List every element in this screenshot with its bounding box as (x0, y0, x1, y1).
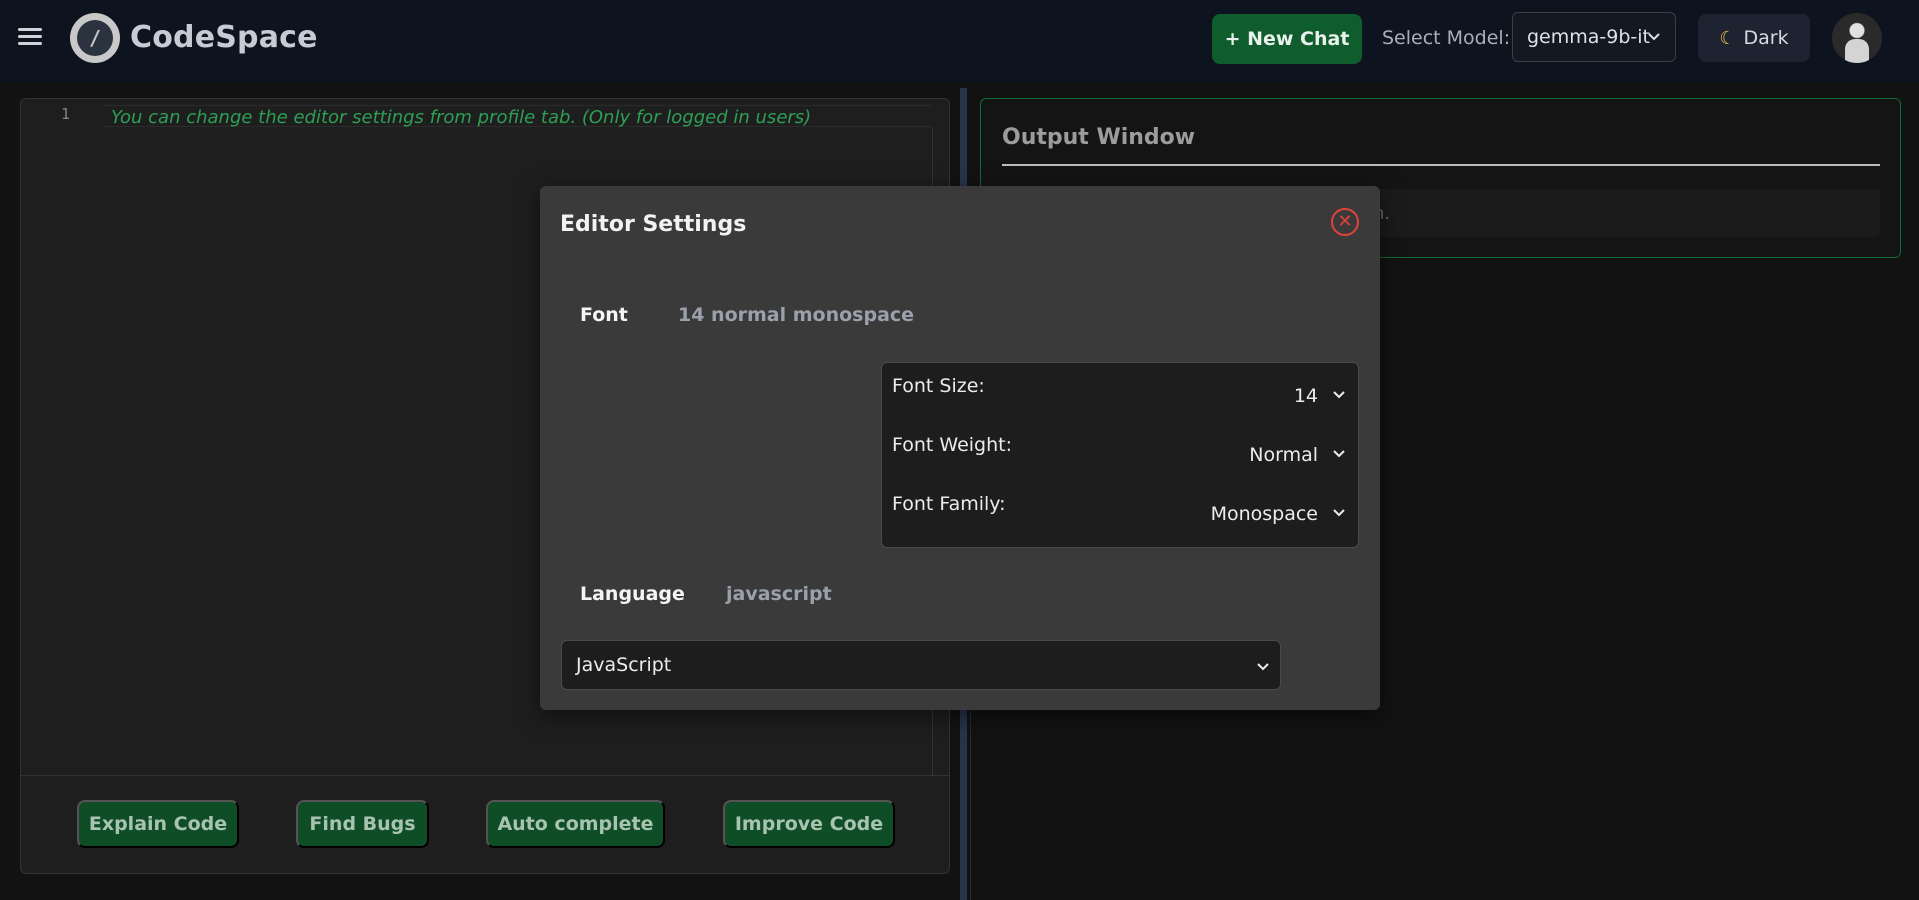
select-model-label: Select Model: (1382, 27, 1511, 49)
output-title: Output Window (1002, 125, 1196, 150)
app-header: / CodeSpace + New Chat Select Model: gem… (0, 0, 1919, 82)
moon-icon: ☾ (1719, 27, 1736, 49)
language-select[interactable]: JavaScript (561, 640, 1281, 690)
new-chat-button[interactable]: + New Chat (1212, 14, 1362, 64)
font-family-label: Font Family: (892, 493, 1006, 515)
output-divider (1002, 164, 1880, 166)
language-section-label[interactable]: Language (580, 583, 685, 605)
font-section-label[interactable]: Font (580, 304, 628, 326)
chevron-down-icon (1647, 27, 1661, 47)
model-select-value: gemma-9b-it (1527, 26, 1650, 48)
chevron-down-icon[interactable] (1332, 503, 1346, 523)
chevron-down-icon (1256, 657, 1270, 677)
improve-code-button[interactable]: Improve Code (723, 800, 895, 848)
editor-settings-modal: Editor Settings ✕ Font 14 normal monospa… (540, 186, 1380, 710)
modal-title: Editor Settings (560, 212, 747, 237)
font-weight-select[interactable]: Normal (1249, 444, 1318, 466)
auto-complete-button[interactable]: Auto complete (486, 800, 665, 848)
codespace-logo-icon[interactable]: / (70, 13, 120, 63)
hamburger-menu-icon[interactable] (18, 24, 46, 52)
user-avatar[interactable] (1832, 13, 1882, 63)
chevron-down-icon[interactable] (1332, 385, 1346, 405)
language-select-value: JavaScript (576, 654, 672, 676)
font-family-select[interactable]: Monospace (1211, 503, 1318, 525)
line-number: 1 (61, 105, 71, 123)
close-icon[interactable]: ✕ (1331, 208, 1359, 236)
model-select[interactable]: gemma-9b-it (1512, 12, 1676, 62)
find-bugs-button[interactable]: Find Bugs (296, 800, 429, 848)
font-summary: 14 normal monospace (678, 304, 915, 326)
font-settings-panel: Font Size: 14 Font Weight: Normal Font F… (881, 362, 1359, 548)
chevron-down-icon[interactable] (1332, 444, 1346, 464)
theme-toggle-label: Dark (1743, 27, 1789, 49)
editor-action-bar: Explain Code Find Bugs Auto complete Imp… (21, 775, 949, 873)
explain-code-button[interactable]: Explain Code (77, 800, 239, 848)
font-weight-label: Font Weight: (892, 434, 1013, 456)
font-size-select[interactable]: 14 (1294, 385, 1318, 407)
font-size-label: Font Size: (892, 375, 985, 397)
theme-toggle-button[interactable]: ☾ Dark (1698, 14, 1810, 62)
editor-comment-text[interactable]: You can change the editor settings from … (111, 107, 811, 128)
language-summary: javascript (726, 583, 832, 605)
brand-name[interactable]: CodeSpace (130, 20, 318, 55)
